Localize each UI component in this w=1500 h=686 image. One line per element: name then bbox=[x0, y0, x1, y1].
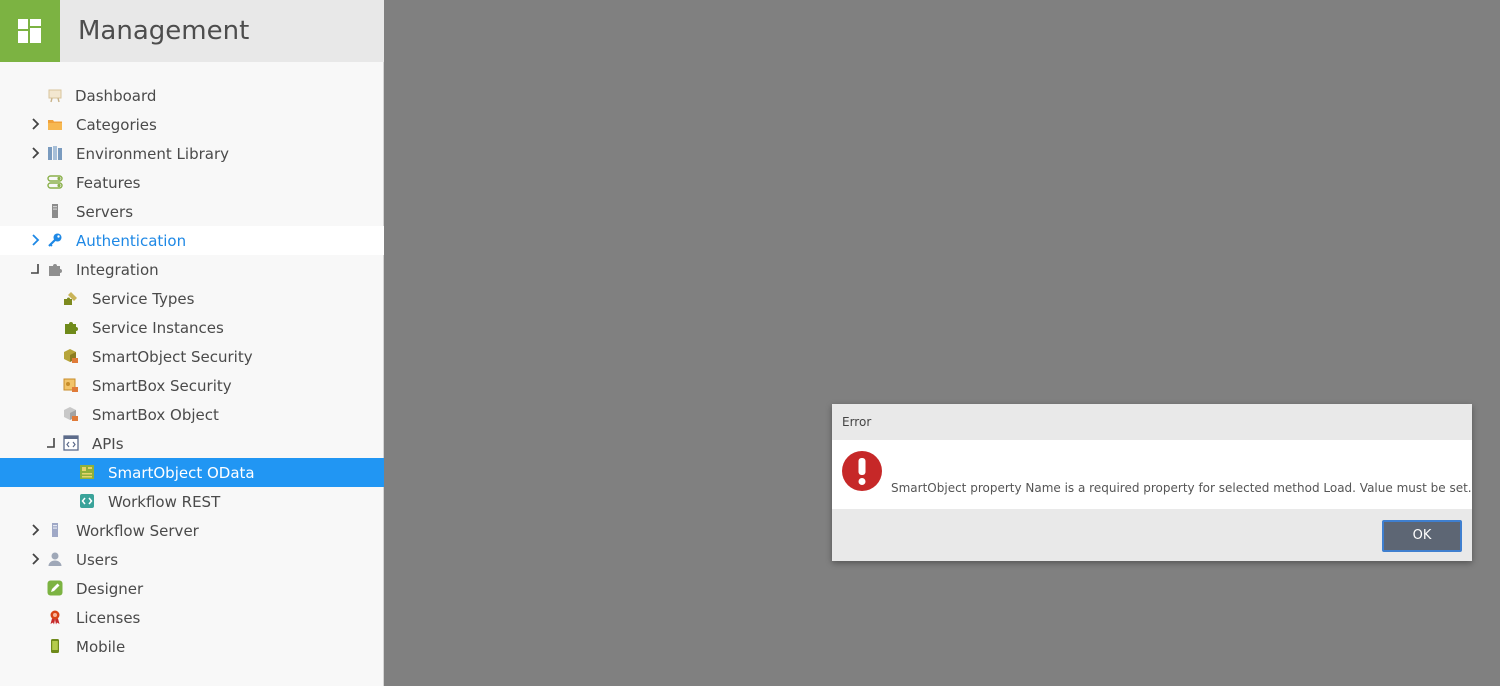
tree-item-label: SmartBox Security bbox=[92, 377, 232, 395]
pencil-icon bbox=[47, 580, 63, 596]
tree-item-label: SmartObject OData bbox=[108, 464, 255, 482]
tree-item-licenses[interactable]: Licenses bbox=[0, 603, 384, 632]
tree-item-label: Features bbox=[76, 174, 141, 192]
chevron-right-icon[interactable] bbox=[29, 144, 43, 162]
dialog-title: Error bbox=[842, 415, 872, 429]
tree-item-environment-library[interactable]: Environment Library bbox=[0, 139, 384, 168]
tree-item-service-types[interactable]: Service Types bbox=[0, 284, 384, 313]
tree-item-categories[interactable]: Categories bbox=[0, 110, 384, 139]
sidebar-header: Management bbox=[0, 0, 384, 62]
tree-item-label: Users bbox=[76, 551, 119, 569]
tree-item-label: Workflow REST bbox=[108, 493, 221, 511]
tree-item-integration[interactable]: Integration bbox=[0, 255, 384, 284]
features-icon bbox=[47, 174, 63, 190]
tree-item-authentication[interactable]: Authentication bbox=[0, 226, 384, 255]
smartobject-lock-icon bbox=[63, 348, 79, 364]
tree-item-label: Environment Library bbox=[76, 145, 229, 163]
dialog-title-bar: Error bbox=[832, 404, 1472, 440]
dialog-body: SmartObject property Name is a required … bbox=[832, 440, 1472, 509]
tree-item-label: Dashboard bbox=[75, 87, 157, 105]
tree-item-label: Integration bbox=[76, 261, 159, 279]
tree-item-features[interactable]: Features bbox=[0, 168, 384, 197]
navigation-sidebar: Management Dashboard Categories Environm… bbox=[0, 0, 384, 686]
tree-item-label: Categories bbox=[76, 116, 157, 134]
rest-icon bbox=[79, 493, 95, 509]
mobile-icon bbox=[47, 638, 63, 654]
error-icon bbox=[842, 451, 882, 491]
ribbon-icon bbox=[47, 609, 63, 625]
key-icon bbox=[47, 232, 63, 248]
collapse-icon[interactable] bbox=[29, 260, 43, 278]
chevron-right-icon[interactable] bbox=[29, 115, 43, 133]
tree-item-smartbox-security[interactable]: SmartBox Security bbox=[0, 371, 384, 400]
smartbox-object-icon bbox=[63, 406, 79, 422]
puzzle-icon bbox=[47, 261, 63, 277]
error-message: SmartObject property Name is a required … bbox=[891, 481, 1472, 495]
dashboard-icon bbox=[47, 87, 63, 103]
puzzle-green-icon bbox=[63, 319, 79, 335]
tree-item-apis[interactable]: APIs bbox=[0, 429, 384, 458]
library-icon bbox=[47, 145, 63, 161]
tree-item-mobile[interactable]: Mobile bbox=[0, 632, 384, 661]
odata-icon bbox=[79, 464, 95, 480]
chevron-right-icon[interactable] bbox=[29, 231, 43, 249]
collapse-icon[interactable] bbox=[45, 434, 59, 452]
tree-item-designer[interactable]: Designer bbox=[0, 574, 384, 603]
tree-item-label: SmartBox Object bbox=[92, 406, 219, 424]
tree-item-smartobject-security[interactable]: SmartObject Security bbox=[0, 342, 384, 371]
tree-item-label: Designer bbox=[76, 580, 144, 598]
tree-item-label: Workflow Server bbox=[76, 522, 199, 540]
smartbox-lock-icon bbox=[63, 377, 79, 393]
tree-item-label: Service Instances bbox=[92, 319, 224, 337]
tree-item-label: Mobile bbox=[76, 638, 126, 656]
folder-icon bbox=[47, 116, 63, 132]
tree-item-workflow-server[interactable]: Workflow Server bbox=[0, 516, 384, 545]
user-icon bbox=[47, 551, 63, 567]
chevron-right-icon[interactable] bbox=[29, 550, 43, 568]
tree-item-label: APIs bbox=[92, 435, 124, 453]
dialog-footer: OK bbox=[832, 509, 1472, 561]
service-types-icon bbox=[63, 290, 79, 306]
tree-item-label: SmartObject Security bbox=[92, 348, 253, 366]
ok-button[interactable]: OK bbox=[1382, 520, 1462, 552]
tree-item-service-instances[interactable]: Service Instances bbox=[0, 313, 384, 342]
api-icon bbox=[63, 435, 79, 451]
page-title: Management bbox=[78, 16, 250, 46]
tree-item-label: Servers bbox=[76, 203, 134, 221]
tree-item-label: Service Types bbox=[92, 290, 195, 308]
management-logo-icon[interactable] bbox=[0, 0, 60, 62]
tree-item-workflow-rest[interactable]: Workflow REST bbox=[0, 487, 384, 516]
server-icon bbox=[47, 203, 63, 219]
workflow-server-icon bbox=[47, 522, 63, 538]
modal-overlay bbox=[384, 0, 1500, 686]
tree-item-label: Licenses bbox=[76, 609, 141, 627]
tree-item-users[interactable]: Users bbox=[0, 545, 384, 574]
tree-item-label: Authentication bbox=[76, 232, 187, 250]
tree-item-smartobject-odata[interactable]: SmartObject OData bbox=[0, 458, 384, 487]
chevron-right-icon[interactable] bbox=[29, 521, 43, 539]
tree-item-servers[interactable]: Servers bbox=[0, 197, 384, 226]
tree-item-smartbox-object[interactable]: SmartBox Object bbox=[0, 400, 384, 429]
error-dialog: Error SmartObject property Name is a req… bbox=[832, 404, 1472, 561]
tree-item-dashboard[interactable]: Dashboard bbox=[0, 81, 384, 110]
